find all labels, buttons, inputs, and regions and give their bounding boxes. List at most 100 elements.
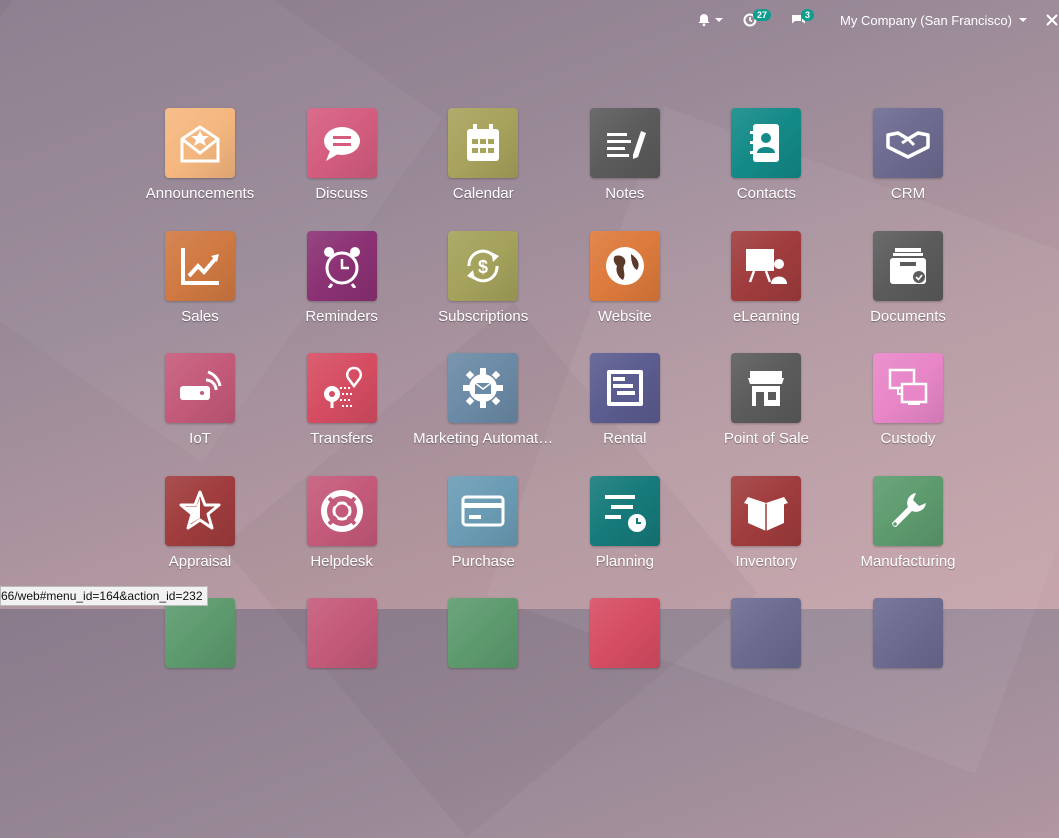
app-elearning[interactable]: eLearning (695, 230, 837, 341)
calendar-icon (467, 124, 500, 161)
app-tile (589, 353, 660, 424)
app-tile (873, 475, 943, 546)
note-pencil-icon (606, 131, 646, 159)
app-subscriptions[interactable]: $ Subscriptions (412, 230, 554, 341)
app-calendar[interactable]: Calendar (412, 108, 554, 218)
app-label: Purchase (451, 552, 515, 570)
app-tile-partial[interactable] (129, 598, 271, 708)
app-tile (731, 108, 802, 178)
monitors-icon (888, 368, 928, 406)
globe-icon (605, 246, 644, 285)
app-tile (589, 475, 660, 546)
shop-icon (748, 371, 785, 407)
credit-card-icon (461, 495, 505, 527)
app-label: Manufacturing (860, 552, 956, 570)
alarm-clock-icon (323, 246, 360, 288)
app-sales[interactable]: Sales (129, 230, 271, 341)
app-purchase[interactable]: Purchase (412, 475, 554, 586)
app-documents[interactable]: Documents (837, 230, 979, 341)
wireless-device-icon (180, 370, 222, 401)
app-helpdesk[interactable]: Helpdesk (271, 475, 413, 586)
app-tile (589, 108, 660, 178)
app-label: Contacts (736, 185, 796, 202)
map-route-icon (323, 366, 362, 409)
bell-icon (697, 13, 711, 27)
app-transfers[interactable]: Transfers (271, 353, 413, 463)
wrench-icon (892, 492, 926, 527)
app-tile (165, 475, 235, 546)
app-reminders[interactable]: Reminders (271, 230, 413, 341)
app-label: Helpdesk (310, 552, 373, 570)
svg-text:$: $ (478, 257, 488, 277)
app-label: Planning (595, 552, 654, 570)
app-tile-partial[interactable] (412, 598, 554, 708)
app-label: Sales (181, 307, 219, 325)
app-tile (165, 108, 235, 178)
app-rental[interactable]: Rental (554, 353, 696, 463)
schedule-board-icon (606, 370, 643, 407)
star-icon (179, 490, 221, 530)
app-tile (873, 230, 943, 301)
bug-icon (1045, 13, 1059, 27)
app-contacts[interactable]: Contacts (695, 108, 837, 218)
open-box-icon (744, 496, 789, 531)
app-tile (731, 230, 802, 301)
handshake-icon (886, 131, 930, 159)
app-label: Documents (870, 307, 946, 325)
app-tile (448, 353, 519, 424)
app-tile (731, 475, 802, 546)
app-tile (306, 108, 377, 178)
app-planning[interactable]: Planning (554, 475, 696, 586)
app-tile (165, 353, 235, 424)
chat-bubble-icon (323, 127, 360, 161)
app-tile-partial[interactable] (837, 598, 979, 708)
app-label: eLearning (733, 307, 800, 325)
app-tile (731, 353, 802, 424)
app-label: Subscriptions (438, 307, 529, 325)
app-tile (873, 108, 943, 178)
app-manufacturing[interactable]: Manufacturing (837, 475, 979, 586)
app-discuss[interactable]: Discuss (271, 108, 413, 218)
app-label: Point of Sale (723, 430, 809, 448)
app-custody[interactable]: Custody (837, 353, 979, 463)
messages-count-badge: 3 (801, 9, 815, 21)
chevron-down-icon (715, 18, 724, 22)
app-tile (448, 108, 519, 178)
app-inventory[interactable]: Inventory (695, 475, 837, 586)
app-tile (448, 475, 519, 546)
chevron-down-icon (1019, 18, 1027, 22)
app-announcements[interactable]: Announcements (129, 108, 271, 218)
app-label: Rental (603, 430, 647, 448)
app-label: Announcements (145, 185, 255, 202)
app-iot[interactable]: IoT (129, 353, 271, 463)
app-marketing-automat[interactable]: Marketing Automat… (412, 353, 554, 463)
activity-count-badge: 27 (753, 9, 772, 21)
messages-menu[interactable]: 3 (781, 0, 830, 40)
app-tile-partial[interactable] (554, 598, 696, 708)
life-ring-icon (320, 489, 363, 532)
app-tile-partial[interactable] (271, 598, 413, 708)
app-crm[interactable]: CRM (837, 108, 979, 218)
app-appraisal[interactable]: Appraisal (129, 475, 271, 586)
debug-menu[interactable] (1033, 0, 1059, 40)
app-label: Calendar (452, 185, 514, 202)
notifications-menu[interactable] (687, 0, 733, 40)
activities-menu[interactable]: 27 (733, 0, 781, 40)
trend-chart-icon (181, 247, 219, 285)
status-bar-url: 66/web#menu_id=164&action_id=232 (0, 586, 208, 606)
recurring-dollar-icon: $ (467, 249, 500, 282)
app-tile (873, 353, 943, 424)
company-switcher[interactable]: My Company (San Francisco) (830, 0, 1033, 40)
company-name: My Company (San Francisco) (840, 12, 1012, 28)
app-tile-partial[interactable] (695, 598, 837, 708)
app-tile (589, 230, 660, 301)
envelope-star-icon (180, 125, 220, 163)
app-website[interactable]: Website (554, 230, 696, 341)
app-tile (306, 230, 377, 301)
systray: 27 3 My Company (San Francisco) (687, 0, 1059, 40)
presentation-icon (746, 248, 788, 284)
app-notes[interactable]: Notes (554, 108, 696, 218)
app-tile: $ (448, 230, 519, 301)
app-label: Notes (605, 185, 645, 202)
app-point-of-sale[interactable]: Point of Sale (695, 353, 837, 463)
